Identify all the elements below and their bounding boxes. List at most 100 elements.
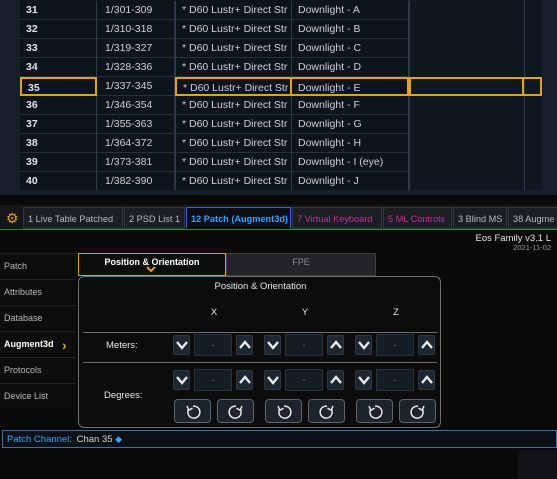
tab-6[interactable]: 38 Augme [508, 207, 557, 229]
table-row[interactable]: 31 1/301-309 * D60 Lustr+ Direct Str Downli… [20, 1, 409, 20]
divider [83, 332, 437, 333]
x-rotate-cw-icon[interactable] [217, 399, 254, 423]
z-rotate-cw-icon[interactable] [399, 399, 436, 423]
y-degrees-increase-chevron-up-icon[interactable] [327, 370, 344, 390]
label-cell[interactable]: Downlight - B [292, 20, 409, 39]
tab-4[interactable]: 5 ML Controls [383, 207, 452, 229]
table-row[interactable]: 38 1/364-372 * D60 Lustr+ Direct Str Downli… [20, 134, 409, 153]
x-degrees-decrease-chevron-down-icon[interactable] [173, 370, 190, 390]
channel-cell[interactable]: 37 [20, 115, 97, 134]
channel-cell[interactable]: 40 [20, 172, 97, 191]
table-left-gutter [0, 0, 20, 195]
axis-label-z: Z [393, 307, 399, 318]
table-row[interactable]: 35 1/337-345 * D60 Lustr+ Direct Str Downli… [20, 77, 409, 96]
sidebar-item-attributes[interactable]: Attributes [0, 279, 76, 303]
label-cell[interactable]: Downlight - A [292, 1, 409, 20]
tab-position-orientation[interactable]: Position & Orientation [78, 253, 226, 276]
position-orientation-panel: Position & Orientation X Y Z Meters: Deg… [78, 276, 441, 428]
type-cell[interactable]: * D60 Lustr+ Direct Str [175, 153, 292, 172]
label-cell[interactable]: Downlight - G [292, 115, 409, 134]
command-line[interactable]: Patch Channel: Chan 35 ◆ [2, 430, 557, 448]
table-row[interactable]: 37 1/355-363 * D60 Lustr+ Direct Str Downli… [20, 115, 409, 134]
table-row[interactable]: 40 1/382-390 * D60 Lustr+ Direct Str Downli… [20, 172, 409, 191]
channel-cell[interactable]: 31 [20, 1, 97, 20]
channel-cell[interactable]: 39 [20, 153, 97, 172]
x-meters-decrease-chevron-down-icon[interactable] [173, 335, 190, 355]
label-cell[interactable]: Downlight - F [292, 96, 409, 115]
z-meters-decrease-chevron-down-icon[interactable] [355, 335, 372, 355]
type-cell[interactable]: * D60 Lustr+ Direct Str [175, 134, 292, 153]
y-rotate-ccw-icon[interactable] [265, 399, 302, 423]
type-cell[interactable]: * D60 Lustr+ Direct Str [175, 77, 292, 96]
app-date: 2021-11-02 [513, 243, 551, 252]
type-cell[interactable]: * D60 Lustr+ Direct Str [175, 1, 292, 20]
z-degrees-decrease-chevron-down-icon[interactable] [355, 370, 372, 390]
channel-cell[interactable]: 35 [20, 77, 97, 96]
address-cell[interactable]: 1/355-363 [97, 115, 175, 134]
x-meters-field[interactable]: - [194, 334, 232, 356]
x-meters-increase-chevron-up-icon[interactable] [236, 335, 253, 355]
table-row[interactable]: 33 1/319-327 * D60 Lustr+ Direct Str Downli… [20, 39, 409, 58]
label-cell[interactable]: Downlight - D [292, 58, 409, 77]
channel-cell[interactable]: 34 [20, 58, 97, 77]
address-cell[interactable]: 1/373-381 [97, 153, 175, 172]
z-degrees-increase-chevron-up-icon[interactable] [418, 370, 435, 390]
label-cell[interactable]: Downlight - H [292, 134, 409, 153]
type-cell[interactable]: * D60 Lustr+ Direct Str [175, 20, 292, 39]
tab-0[interactable]: 1 Live Table Patched [23, 207, 123, 229]
z-meters-field[interactable]: - [376, 334, 414, 356]
address-cell[interactable]: 1/301-309 [97, 1, 175, 20]
channel-cell[interactable]: 33 [20, 39, 97, 58]
address-cell[interactable]: 1/310-318 [97, 20, 175, 39]
y-rotate-cw-icon[interactable] [308, 399, 345, 423]
channel-cell[interactable]: 38 [20, 134, 97, 153]
address-cell[interactable]: 1/328-336 [97, 58, 175, 77]
type-cell[interactable]: * D60 Lustr+ Direct Str [175, 39, 292, 58]
tab-1[interactable]: 2 PSD List 1 [124, 207, 185, 229]
z-meters-increase-chevron-up-icon[interactable] [418, 335, 435, 355]
y-meters-increase-chevron-up-icon[interactable] [327, 335, 344, 355]
table-row[interactable]: 34 1/328-336 * D60 Lustr+ Direct Str Downli… [20, 58, 409, 77]
tab-3[interactable]: 7 Virtual Keyboard [292, 207, 382, 229]
tab-5[interactable]: 3 Blind MS [453, 207, 507, 229]
table-row[interactable]: 36 1/346-354 * D60 Lustr+ Direct Str Downli… [20, 96, 409, 115]
y-degrees-decrease-chevron-down-icon[interactable] [264, 370, 281, 390]
channel-cell[interactable]: 32 [20, 20, 97, 39]
table-row[interactable]: 39 1/373-381 * D60 Lustr+ Direct Str Downli… [20, 153, 409, 172]
x-degrees-field[interactable]: - [194, 369, 232, 391]
axis-label-x: X [210, 307, 218, 318]
z-degrees-field[interactable]: - [376, 369, 414, 391]
channel-cell[interactable]: 36 [20, 96, 97, 115]
z-rotate-ccw-icon[interactable] [356, 399, 393, 423]
sidebar-item-patch[interactable]: Patch [0, 253, 76, 277]
address-cell[interactable]: 1/364-372 [97, 134, 175, 153]
label-cell[interactable]: Downlight - C [292, 39, 409, 58]
y-meters-decrease-chevron-down-icon[interactable] [264, 335, 281, 355]
address-cell[interactable]: 1/346-354 [97, 96, 175, 115]
address-cell[interactable]: 1/382-390 [97, 172, 175, 191]
table-row[interactable]: 32 1/310-318 * D60 Lustr+ Direct Str Downli… [20, 20, 409, 39]
type-cell[interactable]: * D60 Lustr+ Direct Str [175, 172, 292, 191]
footer-area [0, 450, 518, 479]
tab-2[interactable]: 12 Patch (Augment3d) [186, 207, 291, 229]
tab-fpe[interactable]: FPE [226, 253, 376, 276]
y-degrees-field[interactable]: - [285, 369, 323, 391]
divider [83, 362, 437, 363]
sidebar-item-device-list[interactable]: Device List [0, 383, 76, 407]
type-cell[interactable]: * D60 Lustr+ Direct Str [175, 115, 292, 134]
label-cell[interactable]: Downlight - I (eye) [292, 153, 409, 172]
selected-row-outline [409, 77, 524, 96]
panel-title: Position & Orientation [214, 281, 307, 292]
y-meters-field[interactable]: - [285, 334, 323, 356]
x-rotate-ccw-icon[interactable] [174, 399, 211, 423]
sidebar-item-database[interactable]: Database [0, 305, 76, 329]
address-cell[interactable]: 1/337-345 [97, 77, 175, 96]
label-cell[interactable]: Downlight - J [292, 172, 409, 191]
address-cell[interactable]: 1/319-327 [97, 39, 175, 58]
sidebar-item-protocols[interactable]: Protocols [0, 357, 76, 381]
label-cell[interactable]: Downlight - E [292, 77, 409, 96]
type-cell[interactable]: * D60 Lustr+ Direct Str [175, 58, 292, 77]
type-cell[interactable]: * D60 Lustr+ Direct Str [175, 96, 292, 115]
gear-icon[interactable]: ⚙ [6, 211, 20, 225]
x-degrees-increase-chevron-up-icon[interactable] [236, 370, 253, 390]
